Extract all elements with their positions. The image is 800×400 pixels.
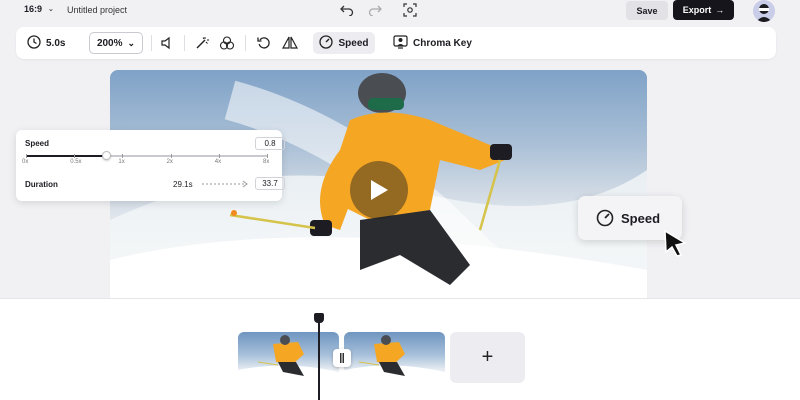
clip-thumbnail <box>344 335 445 383</box>
speed-tick-label: 4x <box>214 159 222 165</box>
speed-tick-mark <box>218 154 220 158</box>
speed-tick-mark <box>170 154 172 158</box>
zoom-value: 200% <box>96 37 123 49</box>
playhead-handle[interactable] <box>314 313 324 323</box>
chevron-down-icon: ⌄ <box>127 37 136 48</box>
arrow-right-icon: → <box>715 5 725 15</box>
speed-tick-mark <box>74 154 76 158</box>
top-bar: 16:9 ⌄ Untitled project Save Export → <box>0 0 800 22</box>
mouse-cursor-icon <box>664 229 687 257</box>
speed-tick-mark <box>26 154 27 158</box>
add-clip-button[interactable]: + <box>450 332 525 383</box>
duration-old-value: 29.1s <box>173 180 193 189</box>
redo-icon[interactable] <box>367 2 383 18</box>
export-button[interactable]: Export → <box>673 0 734 20</box>
speed-value-input[interactable]: 0.8 <box>255 137 285 150</box>
save-button[interactable]: Save <box>626 1 668 20</box>
undo-icon[interactable] <box>339 2 355 18</box>
duration-value: 5.0s <box>46 37 66 49</box>
play-button[interactable] <box>350 161 408 219</box>
duration-label: Duration <box>25 180 58 189</box>
speed-tick-mark <box>267 154 268 158</box>
toolbar-divider <box>245 35 246 51</box>
clip-thumbnail <box>238 335 339 383</box>
speed-tick-label: 1x <box>118 159 125 165</box>
flip-icon[interactable] <box>282 35 298 51</box>
plus-icon: + <box>481 346 494 368</box>
speed-panel: Speed 0.8 0x 0.5x 1x 2x 4x 8x Duration 29.1s … <box>16 130 285 201</box>
speedometer-icon <box>319 34 334 52</box>
chroma-key-button[interactable]: Chroma Key <box>393 32 472 54</box>
speed-slider-fill <box>26 155 106 157</box>
speed-tick-label: 0.5x <box>70 159 82 165</box>
timeline-clip[interactable] <box>344 332 445 383</box>
speed-slider[interactable] <box>26 151 267 160</box>
speed-label: Speed <box>25 139 50 148</box>
aspect-ratio-selector[interactable]: 16:9 ⌄ <box>24 4 54 14</box>
filters-icon[interactable] <box>219 35 235 51</box>
speed-tool-label: Speed <box>338 37 369 49</box>
playhead[interactable] <box>318 319 320 400</box>
duration-new-input[interactable]: 33.7 <box>255 177 285 190</box>
avatar[interactable] <box>753 0 775 22</box>
magic-wand-icon[interactable] <box>194 35 210 51</box>
speedometer-icon <box>596 209 614 227</box>
speed-tick-mark <box>122 154 124 158</box>
chevron-down-icon: ⌄ <box>48 6 54 13</box>
editor-toolbar: 5.0s 200% ⌄ Speed Chroma Key <box>16 27 776 59</box>
dashed-arrow-icon <box>202 180 248 188</box>
speed-slider-thumb[interactable] <box>101 151 111 160</box>
export-label: Export <box>682 5 712 15</box>
speed-tick-label: 8x <box>263 159 270 165</box>
clip-duration[interactable]: 5.0s <box>24 32 68 54</box>
chroma-key-icon <box>393 34 408 52</box>
speed-tick-label: 2x <box>166 159 173 165</box>
clock-icon <box>27 34 41 52</box>
speed-tool-button[interactable]: Speed <box>313 32 375 54</box>
clip-split-handle[interactable] <box>333 349 351 367</box>
zoom-selector[interactable]: 200% ⌄ <box>89 32 143 54</box>
toolbar-divider <box>151 35 152 51</box>
project-title[interactable]: Untitled project <box>67 5 127 15</box>
toolbar-divider <box>184 35 185 51</box>
timeline-clip[interactable] <box>238 332 339 383</box>
timeline: + <box>0 298 800 400</box>
speed-badge-label: Speed <box>621 210 661 226</box>
volume-icon[interactable] <box>159 35 175 51</box>
rotate-icon[interactable] <box>256 35 272 51</box>
speed-tick-label: 0x <box>22 159 29 165</box>
play-icon <box>371 180 388 200</box>
grip-icon <box>340 353 344 363</box>
chroma-key-label: Chroma Key <box>413 37 472 49</box>
fit-screen-icon[interactable] <box>402 2 418 18</box>
aspect-ratio-label: 16:9 <box>24 4 43 14</box>
